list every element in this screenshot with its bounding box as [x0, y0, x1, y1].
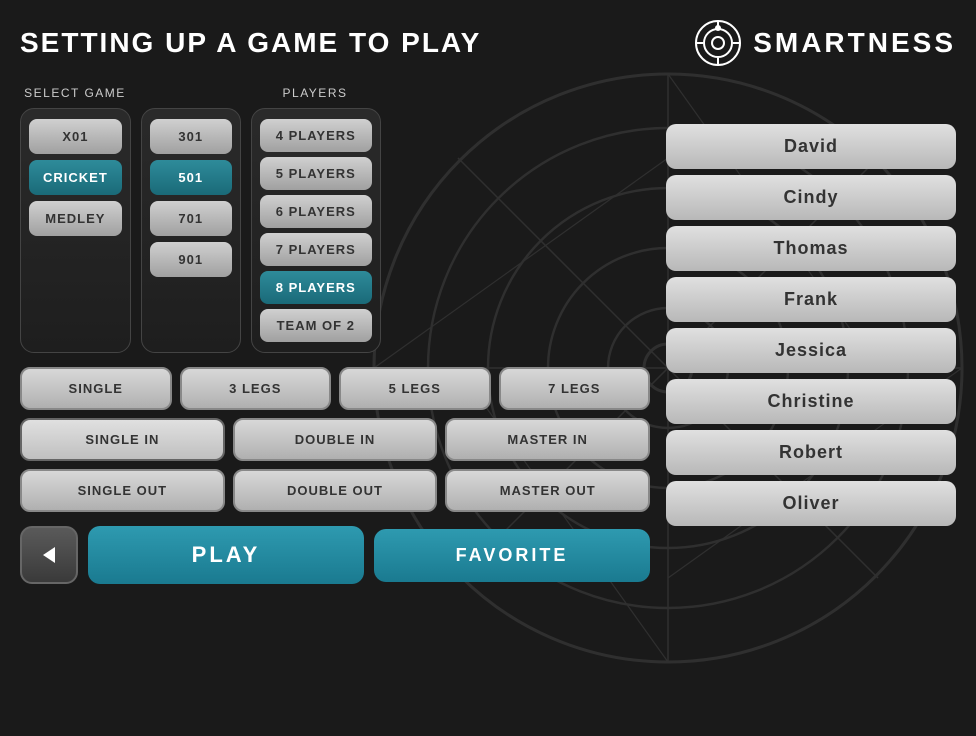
singleout-btn[interactable]: SINGLE OUT — [20, 469, 225, 512]
page-title: SETTING UP A GAME TO PLAY — [20, 27, 481, 59]
player-oliver-btn[interactable]: Oliver — [666, 481, 956, 526]
leg-options-row: SINGLE 3 LEGS 5 LEGS 7 LEGS — [20, 367, 650, 410]
in-options-row: SINGLE IN DOUBLE IN MASTER IN — [20, 418, 650, 461]
masterout-btn[interactable]: MASTER OUT — [445, 469, 650, 512]
score-501-btn[interactable]: 501 — [150, 160, 232, 195]
action-row: PLAY FAVORITE — [20, 526, 650, 584]
masterin-btn[interactable]: MASTER IN — [445, 418, 650, 461]
players-teamof2-btn[interactable]: TEAM OF 2 — [260, 309, 372, 342]
out-options-row: SINGLE OUT DOUBLE OUT MASTER OUT — [20, 469, 650, 512]
game-medley-btn[interactable]: MEDLEY — [29, 201, 122, 236]
5legs-btn[interactable]: 5 LEGS — [339, 367, 491, 410]
game-cricket-btn[interactable]: CRICKET — [29, 160, 122, 195]
doublein-btn[interactable]: DOUBLE IN — [233, 418, 438, 461]
favorite-button[interactable]: FAVORITE — [374, 529, 650, 582]
score-column: 301 501 701 901 — [141, 108, 241, 353]
player-jessica-btn[interactable]: Jessica — [666, 328, 956, 373]
logo: SMARTNESS — [693, 18, 956, 68]
players-4-btn[interactable]: 4 PLAYERS — [260, 119, 372, 152]
back-arrow-icon — [37, 543, 61, 567]
main-content: SELECT GAME PLAYERS X01 CRICKET MEDLEY — [20, 84, 956, 584]
players-label: PLAYERS — [283, 86, 348, 100]
num-players-column: 4 PLAYERS 5 PLAYERS 6 PLAYERS 7 PLAYERS … — [251, 108, 381, 353]
players-5-btn[interactable]: 5 PLAYERS — [260, 157, 372, 190]
right-panel: David Cindy Thomas Frank Jessica Christi… — [666, 84, 956, 584]
doubleout-btn[interactable]: DOUBLE OUT — [233, 469, 438, 512]
7legs-btn[interactable]: 7 LEGS — [499, 367, 651, 410]
player-cindy-btn[interactable]: Cindy — [666, 175, 956, 220]
player-thomas-btn[interactable]: Thomas — [666, 226, 956, 271]
select-game-label: SELECT GAME — [24, 86, 126, 100]
players-8-btn[interactable]: 8 PLAYERS — [260, 271, 372, 304]
logo-text: SMARTNESS — [753, 27, 956, 59]
smartness-logo-icon — [693, 18, 743, 68]
play-button[interactable]: PLAY — [88, 526, 364, 584]
header: SETTING UP A GAME TO PLAY SMARTNESS — [20, 18, 956, 68]
player-robert-btn[interactable]: Robert — [666, 430, 956, 475]
game-selection-area: X01 CRICKET MEDLEY 301 501 701 901 4 PLA… — [20, 108, 650, 353]
players-6-btn[interactable]: 6 PLAYERS — [260, 195, 372, 228]
singlein-btn[interactable]: SINGLE IN — [20, 418, 225, 461]
3legs-btn[interactable]: 3 LEGS — [180, 367, 332, 410]
back-button[interactable] — [20, 526, 78, 584]
game-x01-btn[interactable]: X01 — [29, 119, 122, 154]
score-301-btn[interactable]: 301 — [150, 119, 232, 154]
player-christine-btn[interactable]: Christine — [666, 379, 956, 424]
left-panel: SELECT GAME PLAYERS X01 CRICKET MEDLEY — [20, 84, 650, 584]
player-frank-btn[interactable]: Frank — [666, 277, 956, 322]
players-7-btn[interactable]: 7 PLAYERS — [260, 233, 372, 266]
game-type-column: X01 CRICKET MEDLEY — [20, 108, 131, 353]
player-david-btn[interactable]: David — [666, 124, 956, 169]
score-701-btn[interactable]: 701 — [150, 201, 232, 236]
single-btn[interactable]: SINGLE — [20, 367, 172, 410]
score-901-btn[interactable]: 901 — [150, 242, 232, 277]
options-section: SINGLE 3 LEGS 5 LEGS 7 LEGS SINGLE IN DO… — [20, 367, 650, 512]
